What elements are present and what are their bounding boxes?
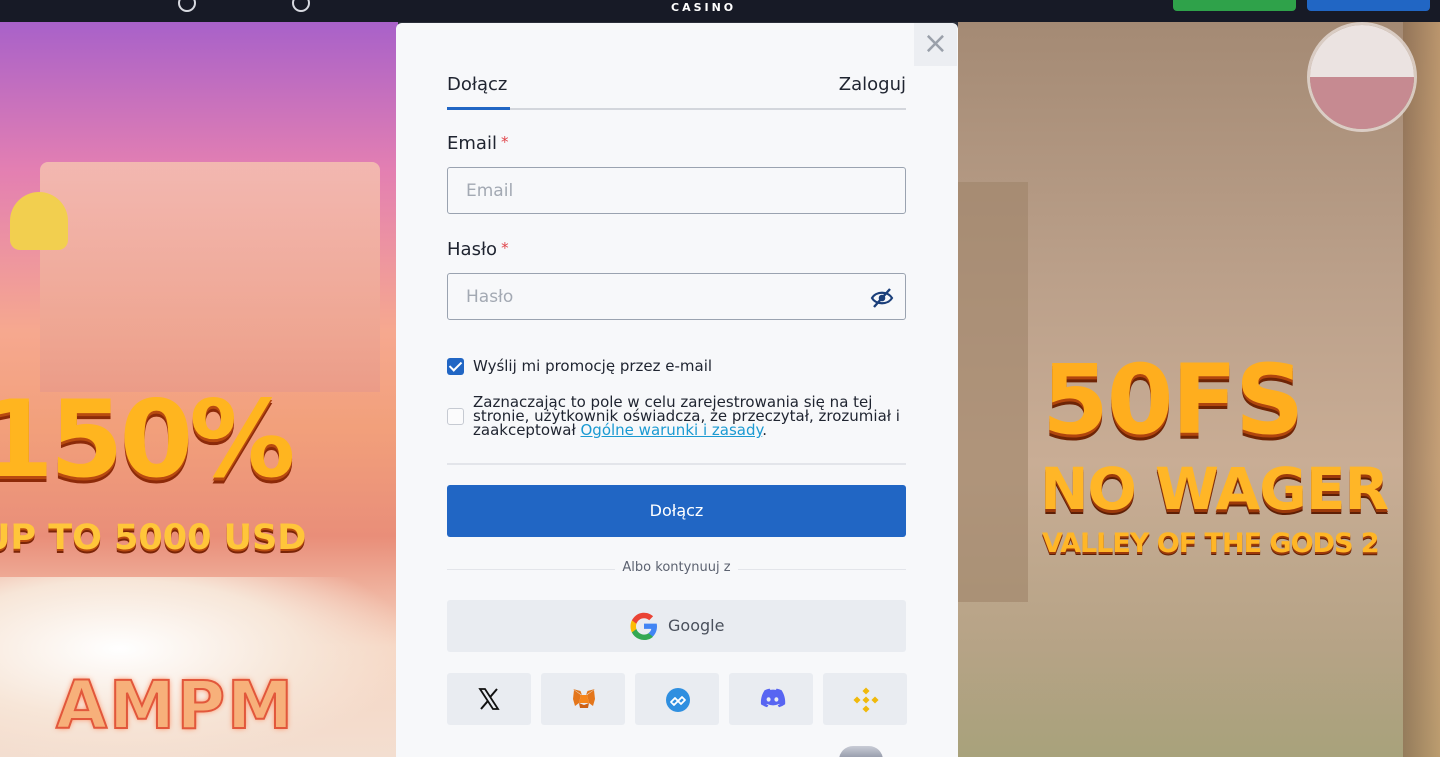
active-tab-indicator xyxy=(447,107,510,110)
or-continue-text: Albo kontynuuj z xyxy=(622,560,731,575)
password-label-text: Hasło xyxy=(447,239,498,260)
tab-login[interactable]: Zaloguj xyxy=(839,74,906,95)
register-button[interactable] xyxy=(1173,0,1296,11)
social-login-row xyxy=(447,673,907,725)
x-icon xyxy=(478,688,500,710)
messenger-icon xyxy=(666,688,690,712)
free-spins-banner: 50FS NO WAGER VALLEY OF THE GODS 2 xyxy=(958,22,1440,757)
wall-illustration xyxy=(958,182,1028,602)
google-login-label: Google xyxy=(668,616,725,635)
join-button[interactable]: Dołącz xyxy=(447,485,906,537)
terms-link[interactable]: Ogólne warunki i zasady xyxy=(581,421,763,439)
language-flag-icon[interactable] xyxy=(1307,22,1417,132)
email-label-text: Email xyxy=(447,133,497,154)
metamask-icon xyxy=(573,689,595,708)
binance-login-button[interactable] xyxy=(823,673,907,725)
dome-illustration xyxy=(10,192,68,250)
discord-login-button[interactable] xyxy=(729,673,813,725)
divider xyxy=(447,463,906,465)
free-spins-count: 50FS xyxy=(1042,344,1304,456)
alternative-login-separator: Albo kontynuuj z xyxy=(447,560,906,578)
trust-badge-icon xyxy=(839,746,883,757)
required-mark: * xyxy=(501,239,509,257)
close-icon[interactable]: × xyxy=(914,23,957,66)
top-navigation-bar: CASINO xyxy=(0,0,1440,22)
email-label: Email * xyxy=(447,133,508,154)
provider-logo: AMPM xyxy=(55,666,295,745)
bonus-percentage: 150% xyxy=(0,378,295,501)
email-input[interactable] xyxy=(447,167,906,214)
password-label: Hasło * xyxy=(447,239,509,260)
site-logo-text[interactable]: CASINO xyxy=(671,1,736,14)
temple-illustration xyxy=(40,162,380,392)
game-title: VALLEY OF THE GODS 2 xyxy=(1042,528,1380,559)
signup-modal: × Dołącz Zaloguj Email* Hasło* Wyślij mi… xyxy=(396,23,958,757)
auth-tabs: Dołącz Zaloguj xyxy=(447,74,906,110)
eye-slash-icon[interactable] xyxy=(870,287,894,309)
login-button[interactable] xyxy=(1307,0,1430,11)
terms-label: Zaznaczając to pole w celu zarejestrowan… xyxy=(473,395,909,439)
pillar-illustration xyxy=(1403,22,1440,757)
divider xyxy=(738,569,906,570)
metamask-login-button[interactable] xyxy=(541,673,625,725)
terms-text-end: . xyxy=(762,421,767,439)
bonus-amount: UP TO 5000 USD xyxy=(0,518,307,558)
discord-icon xyxy=(760,688,786,708)
tab-join[interactable]: Dołącz xyxy=(447,74,507,95)
terms-checkbox[interactable] xyxy=(447,408,464,425)
search-icon[interactable] xyxy=(292,0,310,12)
password-input[interactable] xyxy=(447,273,906,320)
globe-icon[interactable] xyxy=(178,0,196,12)
required-mark: * xyxy=(500,133,509,151)
binance-icon xyxy=(853,687,879,713)
promo-email-checkbox[interactable] xyxy=(447,358,464,375)
x-login-button[interactable] xyxy=(447,673,531,725)
promo-email-label: Wyślij mi promocję przez e-mail xyxy=(473,357,713,375)
no-wager-label: NO WAGER xyxy=(1040,455,1389,523)
google-login-button[interactable]: Google xyxy=(447,600,906,652)
google-icon xyxy=(630,612,657,640)
welcome-bonus-banner: 150% UP TO 5000 USD AMPM xyxy=(0,22,398,757)
messenger-login-button[interactable] xyxy=(635,673,719,725)
